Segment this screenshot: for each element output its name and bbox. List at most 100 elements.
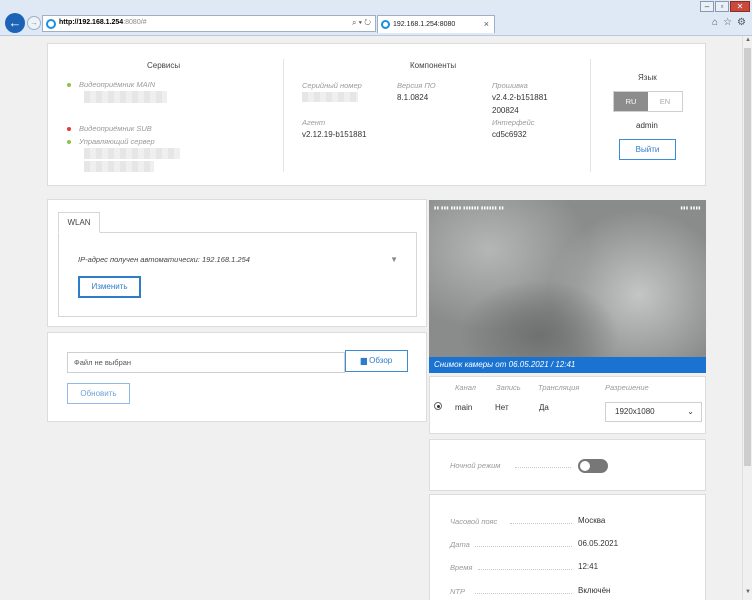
status-dot-main — [67, 83, 71, 87]
fw-label: Версия ПО — [397, 81, 436, 90]
timezone-value: Москва — [578, 516, 606, 525]
chevron-down-icon[interactable]: ▼ — [390, 255, 398, 264]
language-switch[interactable]: RU EN — [613, 91, 683, 112]
browse-label: Обзор — [369, 356, 393, 365]
browser-chrome: – ▫ ✕ ← → http://192.168.1.254:8080/# ⌕ … — [0, 0, 752, 36]
info-panel: Сервисы Видеоприёмник MAIN Видеоприёмник… — [47, 43, 706, 186]
time-label: Время — [450, 563, 473, 572]
tab-wlan[interactable]: WLAN — [58, 212, 100, 233]
username: admin — [636, 121, 658, 130]
divider — [283, 59, 284, 172]
change-button[interactable]: Изменить — [78, 276, 141, 298]
ntp-value: Включён — [578, 586, 611, 595]
status-dot-sub — [67, 127, 71, 131]
stream-table: Канал Запись Трансляция Разрешение main … — [429, 376, 706, 434]
logout-button[interactable]: Выйти — [619, 139, 676, 160]
scrollbar[interactable]: ▲ ▼ — [742, 36, 752, 600]
time-value: 12:41 — [578, 562, 599, 571]
wlan-ip-text: IP-адрес получен автоматически: 192.168.… — [78, 255, 250, 264]
col-channel: Канал — [455, 383, 477, 392]
serial-redacted — [302, 92, 358, 102]
leader-dots — [510, 523, 572, 524]
close-icon[interactable]: ✕ — [730, 1, 750, 12]
tab-title: 192.168.1.254:8080 — [393, 21, 456, 28]
agent-value: v2.12.19-b151881 — [302, 130, 367, 139]
scroll-up-icon[interactable]: ▲ — [743, 37, 752, 47]
status-dot-server — [67, 140, 71, 144]
chevron-down-icon: ⌄ — [687, 407, 694, 416]
scroll-down-icon[interactable]: ▼ — [743, 589, 752, 599]
browse-button[interactable]: ▆ Обзор — [345, 350, 408, 372]
forward-arrow-icon[interactable]: → — [27, 16, 41, 30]
browser-tab[interactable]: 192.168.1.254:8080 × — [377, 15, 495, 33]
services-title: Сервисы — [147, 61, 181, 70]
ntp-label: NTP — [450, 587, 465, 596]
channel-value: main — [455, 403, 473, 412]
scroll-thumb[interactable] — [744, 48, 751, 466]
ie-logo-icon — [46, 19, 56, 29]
service-main: Видеоприёмник MAIN — [79, 80, 156, 89]
col-resolution: Разрешение — [605, 383, 649, 392]
firmware-label: Прошивка — [492, 81, 528, 90]
service-server: Управляющий сервер — [79, 137, 155, 146]
firmware-value-1: v2.4.2-b151881 — [492, 93, 548, 102]
ie-logo-icon — [381, 20, 390, 29]
resolution-value: 1920x1080 — [615, 407, 655, 416]
wlan-box: IP-адрес получен автоматически: 192.168.… — [58, 232, 417, 317]
file-input[interactable]: Файл не выбран — [67, 352, 345, 373]
serial-label: Серийный номер — [302, 81, 362, 90]
file-icon: ▆ — [360, 356, 367, 365]
back-arrow-icon[interactable]: ← — [5, 13, 25, 33]
redacted-value — [84, 91, 167, 103]
leader-dots — [475, 593, 572, 594]
channel-radio[interactable] — [434, 402, 442, 410]
fw-value: 8.1.0824 — [397, 93, 429, 102]
iface-label: Интерфейс — [492, 118, 535, 127]
star-icon[interactable]: ☆ — [723, 17, 732, 28]
record-value: Нет — [495, 403, 509, 412]
lang-ru-button[interactable]: RU — [614, 92, 648, 111]
redacted-value — [84, 148, 180, 159]
gear-icon[interactable]: ⚙ — [737, 17, 746, 28]
minimize-icon[interactable]: – — [700, 1, 714, 12]
date-value: 06.05.2021 — [578, 539, 619, 548]
firmware-value-2: 200824 — [492, 106, 519, 115]
language-title: Язык — [638, 73, 657, 82]
camera-osd-text: ▮▮▮ ▮▮▮▮ — [680, 205, 701, 210]
toolbar-icons: ⌂ ☆ ⚙ — [712, 17, 746, 28]
address-bar[interactable]: http://192.168.1.254:8080/# ⌕ ▾ ↻ — [42, 15, 376, 32]
time-panel: Часовой пояс Москва Дата 06.05.2021 Врем… — [429, 494, 706, 600]
service-sub: Видеоприёмник SUB — [79, 124, 152, 133]
night-mode-panel: Ночной режим — [429, 439, 706, 491]
leader-dots — [478, 569, 572, 570]
timezone-label: Часовой пояс — [450, 517, 498, 526]
search-refresh-icon[interactable]: ⌕ ▾ ↻ — [352, 18, 371, 28]
wlan-panel: WLAN IP-адрес получен автоматически: 192… — [47, 199, 427, 327]
leader-dots — [475, 546, 572, 547]
broadcast-value: Да — [539, 403, 549, 412]
date-label: Дата — [450, 540, 470, 549]
col-record: Запись — [496, 383, 521, 392]
night-mode-toggle[interactable] — [578, 459, 608, 473]
tab-close-icon[interactable]: × — [484, 19, 489, 29]
firmware-upload-panel: Файл не выбран ▆ Обзор Обновить — [47, 332, 427, 422]
camera-osd-text: ▮▮ ▮▮▮ ▮▮▮▮ ▮▮▮▮▮▮ ▮▮▮▮▮▮ ▮▮ — [434, 205, 505, 210]
camera-snapshot: ▮▮ ▮▮▮ ▮▮▮▮ ▮▮▮▮▮▮ ▮▮▮▮▮▮ ▮▮ ▮▮▮ ▮▮▮▮ Сн… — [429, 200, 706, 373]
leader-dots — [515, 467, 571, 468]
home-icon[interactable]: ⌂ — [712, 17, 718, 28]
resolution-select[interactable]: 1920x1080 ⌄ — [605, 402, 702, 422]
agent-label: Агент — [302, 118, 326, 127]
night-mode-label: Ночной режим — [450, 461, 501, 470]
redacted-value — [84, 161, 154, 172]
update-button[interactable]: Обновить — [67, 383, 130, 404]
iface-value: cd5c6932 — [492, 130, 527, 139]
col-broadcast: Трансляция — [538, 383, 580, 392]
maximize-icon[interactable]: ▫ — [715, 1, 729, 12]
window-controls: – ▫ ✕ — [700, 1, 750, 12]
lang-en-button[interactable]: EN — [648, 92, 682, 111]
snapshot-caption: Снимок камеры от 06.05.2021 / 12:41 — [429, 357, 706, 373]
url-rest: :8080/# — [123, 19, 147, 26]
url-host: http://192.168.1.254 — [59, 19, 124, 26]
divider — [590, 59, 591, 172]
components-title: Компоненты — [410, 61, 457, 70]
